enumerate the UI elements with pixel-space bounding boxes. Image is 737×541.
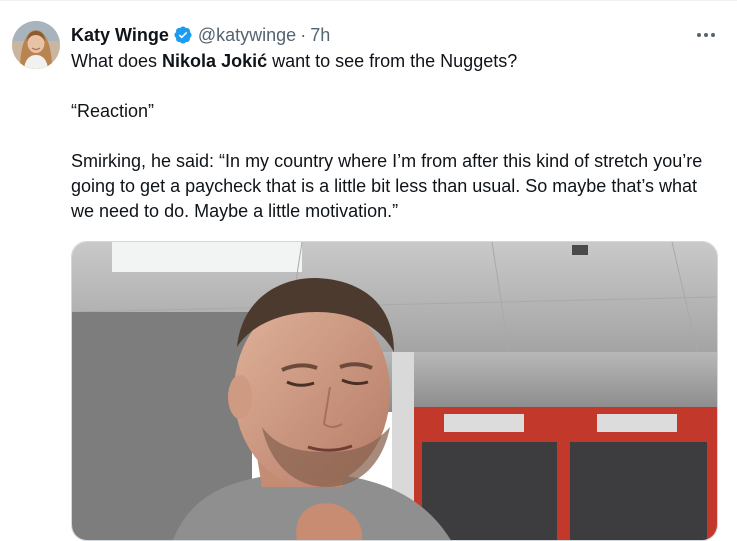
avatar-image (12, 21, 60, 69)
tweet-text-quote: Smirking, he said: “In my country where … (71, 151, 703, 221)
mentioned-name: Nikola Jokić (162, 51, 268, 71)
author-handle[interactable]: @katywinge (198, 23, 296, 47)
author-name[interactable]: Katy Winge (71, 23, 169, 47)
avatar[interactable] (12, 21, 60, 69)
tweet-media-video[interactable] (71, 241, 718, 541)
verified-badge-icon (173, 25, 193, 45)
tweet-text: What does Nikola Jokić want to see from … (71, 49, 721, 224)
tweet-header: Katy Winge @katywinge · 7h (71, 23, 330, 47)
tweet-text-line2: “Reaction” (71, 101, 155, 121)
video-frame-image (72, 242, 717, 540)
tweet-card[interactable]: Katy Winge @katywinge · 7h What does Nik… (0, 0, 737, 541)
more-options-icon[interactable] (695, 25, 717, 45)
tweet-text-line1: What does Nikola Jokić want to see from … (71, 49, 721, 74)
timestamp[interactable]: 7h (310, 23, 330, 47)
line1-suffix: want to see from the Nuggets? (267, 51, 518, 71)
line1-prefix: What does (71, 51, 163, 71)
header-separator: · (300, 25, 307, 45)
